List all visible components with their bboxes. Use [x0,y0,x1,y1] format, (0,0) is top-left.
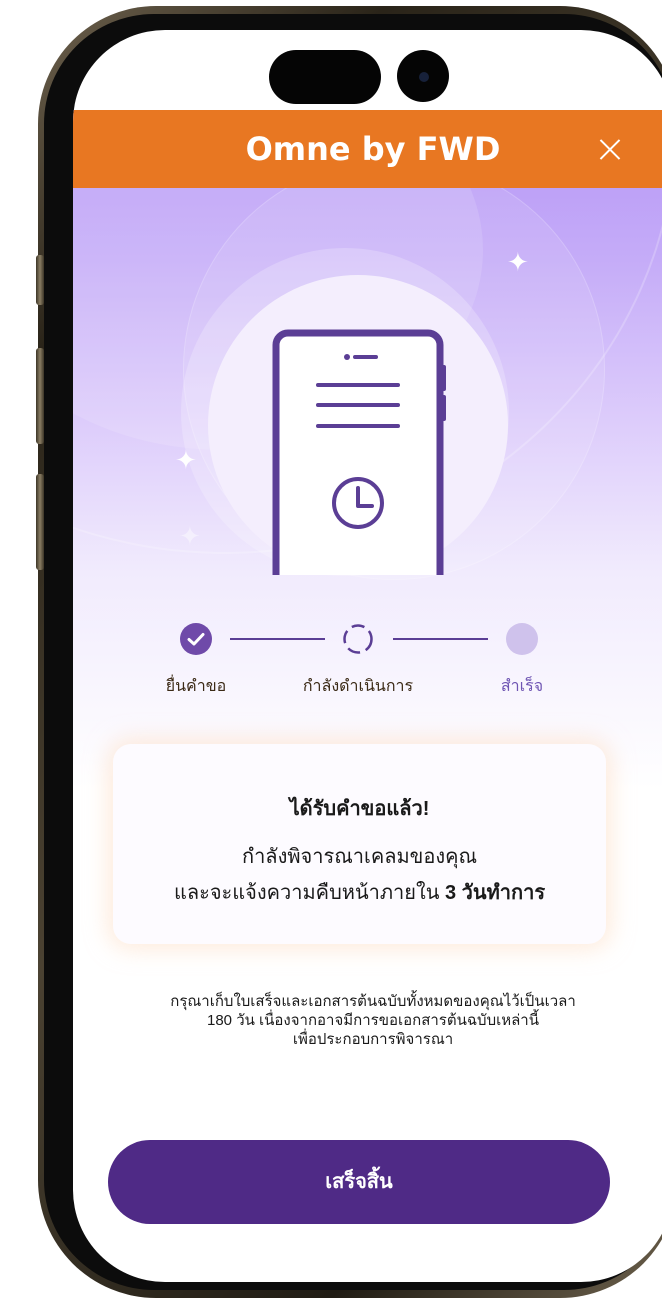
note-line-3: เพื่อประกอบการพิจารณา [292,1031,454,1048]
phone-document-clock-icon [272,329,446,575]
mute-switch [36,255,44,305]
step-active-indicator [342,623,374,655]
document-retention-note: กรุณาเก็บใบเสร็จและเอกสารต้นฉบับทั้งหมดข… [103,992,643,1049]
step-label-processing: กำลังดำเนินการ [302,678,414,695]
step-connector [393,638,488,640]
step-done-indicator [180,623,212,655]
step-label-complete: สำเร็จ [500,678,544,695]
sparkle-icon: ✦ [507,248,529,278]
close-icon[interactable] [595,134,625,164]
sparkle-icon: ✦ [175,446,197,476]
volume-down-button [36,474,44,570]
app-title: Omne by FWD [245,130,501,168]
dynamic-island [269,50,381,104]
loading-ring-icon [343,624,373,654]
status-card: ได้รับคำขอแล้ว! กำลังพิจารณาเคลมของคุณ แ… [113,744,606,944]
step-label-submitted: ยื่นคำขอ [165,678,227,695]
sparkle-icon: ✦ [179,522,201,552]
check-icon [187,633,205,646]
note-line-2: 180 วัน เนื่องจากอาจมีการขอเอกสารต้นฉบับ… [207,1012,539,1029]
step-connector [230,638,325,640]
status-card-title: ได้รับคำขอแล้ว! [289,798,430,820]
volume-up-button [36,348,44,444]
note-line-1: กรุณาเก็บใบเสร็จและเอกสารต้นฉบับทั้งหมดข… [170,993,576,1010]
status-card-message: กำลังพิจารณาเคลมของคุณ [241,846,478,868]
status-card-timeline: และจะแจ้งความคืบหน้าภายใน 3 วันทำการ [113,876,606,908]
pending-dot-icon [506,623,538,655]
phone-screen: Omne by FWD ✦ ✦ ✦ ยื่นคำขอ กำลังดำเนินกา… [73,30,662,1282]
status-card-timeline-text: และจะแจ้งความคืบหน้าภายใน [173,882,440,904]
status-card-business-days: 3 วันทำการ [444,882,546,904]
finish-button[interactable]: เสร็จสิ้น [108,1140,610,1224]
app-header: Omne by FWD [73,110,662,188]
camera-lens [419,72,429,82]
